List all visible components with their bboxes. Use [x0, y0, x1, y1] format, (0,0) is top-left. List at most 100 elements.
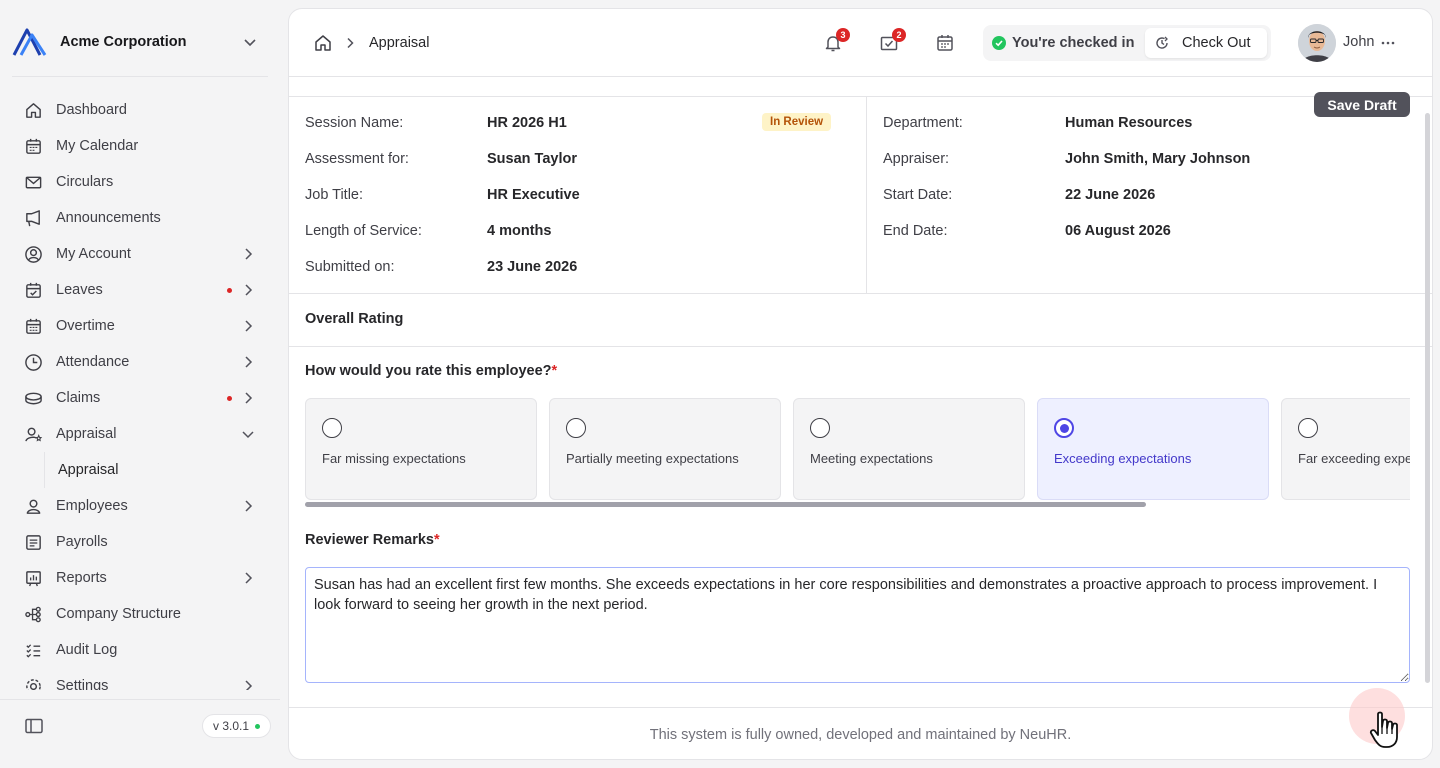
topbar: Appraisal 3 2 You're checked in Check Ou… [289, 9, 1432, 77]
user-name[interactable]: John [1343, 34, 1374, 50]
divider [0, 699, 280, 700]
mail-icon [25, 176, 42, 188]
user-icon [26, 499, 41, 514]
nav-label: Reports [56, 570, 107, 586]
radio-button[interactable] [566, 418, 586, 438]
nav-label: Overtime [56, 318, 115, 334]
check-circle-icon [992, 36, 1006, 50]
notification-dot [227, 395, 232, 401]
info-value: HR 2026 H1 [487, 115, 567, 131]
org-switcher[interactable]: Acme Corporation [12, 24, 268, 60]
nav-item-reports[interactable]: Reports [16, 560, 272, 596]
info-row-length-of-service: Length of Service: 4 months [305, 213, 845, 249]
rating-options-scroller[interactable]: Far missing expectations Partially meeti… [305, 398, 1410, 508]
chevron-right-icon [245, 500, 253, 512]
nav-subitem-appraisal[interactable]: Appraisal [44, 452, 272, 488]
nav-item-dashboard[interactable]: Dashboard [16, 92, 272, 128]
more-horizontal-icon[interactable] [1379, 34, 1397, 52]
rating-options: Far missing expectations Partially meeti… [305, 398, 1410, 500]
calendar-icon[interactable] [935, 33, 955, 53]
info-label: Job Title: [305, 187, 364, 203]
status-badge: In Review [762, 113, 832, 131]
chevron-right-icon [245, 248, 253, 260]
footer-text: This system is fully owned, developed an… [649, 726, 1072, 743]
remarks-label-text: Reviewer Remarks [305, 532, 434, 548]
rating-option[interactable]: Far missing expectations [305, 398, 537, 500]
payslip-icon [26, 534, 41, 550]
nav-item-payrolls[interactable]: Payrolls [16, 524, 272, 560]
chevron-right-icon [245, 572, 253, 584]
megaphone-icon [26, 209, 40, 226]
version-badge: v 3.0.1 [202, 714, 272, 738]
rating-option[interactable]: Meeting expectations [793, 398, 1025, 500]
session-info-left: Session Name: HR 2026 H1 In Review Asses… [305, 105, 845, 285]
checklist-icon [26, 643, 41, 658]
info-value: John Smith, Mary Johnson [1065, 151, 1251, 167]
radio-button[interactable] [322, 418, 342, 438]
nav-label: Appraisal [56, 426, 117, 442]
nav-label: Audit Log [56, 642, 118, 658]
company-logo-icon [12, 28, 47, 56]
info-label: Appraiser: [883, 151, 950, 167]
nav-item-overtime[interactable]: Overtime [16, 308, 272, 344]
nav-label: Claims [56, 390, 101, 406]
nav-item-audit-log[interactable]: Audit Log [16, 632, 272, 668]
nav-label: Appraisal [58, 462, 119, 478]
chevron-right-icon [245, 392, 253, 404]
check-out-button[interactable]: Check Out [1145, 28, 1267, 58]
checkin-text: You're checked in [1012, 35, 1135, 51]
nav-item-announcements[interactable]: Announcements [16, 200, 272, 236]
nav-item-leaves[interactable]: Leaves [16, 272, 272, 308]
divider [12, 76, 268, 77]
sidebar-toggle-icon[interactable] [24, 716, 44, 736]
tasks-badge: 2 [892, 28, 906, 42]
nav-label: Dashboard [56, 102, 127, 118]
info-label: Start Date: [883, 187, 953, 203]
nav-item-settings[interactable]: Settings [16, 668, 272, 690]
hand-pointer-icon [1369, 711, 1398, 748]
info-row-department: Department: Human Resources [883, 105, 1423, 141]
required-mark: * [433, 532, 440, 548]
notification-dot [227, 287, 232, 293]
rating-option-label: Exceeding expectations [1054, 451, 1192, 466]
nav-label: My Calendar [56, 138, 139, 154]
rating-question: How would you rate this employee?* [305, 363, 557, 379]
nav-label: Payrolls [56, 534, 108, 550]
rating-option[interactable]: Far exceeding expectations [1281, 398, 1410, 500]
rating-option[interactable]: Partially meeting expectations [549, 398, 781, 500]
nav-item-attendance[interactable]: Attendance [16, 344, 272, 380]
info-label: Length of Service: [305, 223, 422, 239]
radio-button[interactable] [1298, 418, 1318, 438]
nav-item-employees[interactable]: Employees [16, 488, 272, 524]
rating-option-selected[interactable]: Exceeding expectations [1037, 398, 1269, 500]
avatar[interactable] [1298, 24, 1336, 62]
horizontal-scrollbar[interactable] [305, 502, 1146, 507]
chevron-down-icon[interactable] [240, 32, 260, 52]
home-icon[interactable] [313, 33, 333, 53]
radio-button-checked[interactable] [1054, 418, 1074, 438]
info-label: Session Name: [305, 115, 404, 131]
info-row-end-date: End Date: 06 August 2026 [883, 213, 1423, 249]
chevron-down-icon [242, 431, 254, 439]
nav-label: My Account [56, 246, 131, 262]
nav-item-appraisal[interactable]: Appraisal [16, 416, 272, 452]
info-label: End Date: [883, 223, 948, 239]
radio-button[interactable] [810, 418, 830, 438]
info-row-submitted-on: Submitted on: 23 June 2026 [305, 249, 845, 285]
nav-item-my-account[interactable]: My Account [16, 236, 272, 272]
user-star-icon [25, 427, 43, 442]
chevron-right-icon [245, 320, 253, 332]
info-row-job-title: Job Title: HR Executive [305, 177, 845, 213]
nav-label: Company Structure [56, 606, 181, 622]
nav-item-circulars[interactable]: Circulars [16, 164, 272, 200]
check-out-label: Check Out [1182, 35, 1251, 51]
vertical-scrollbar[interactable] [1425, 113, 1430, 683]
notifications-badge: 3 [836, 28, 850, 42]
checkin-status: You're checked in Check Out [983, 25, 1271, 61]
version-text: v 3.0.1 [213, 719, 250, 733]
question-text: How would you rate this employee? [305, 363, 552, 379]
nav-item-company-structure[interactable]: Company Structure [16, 596, 272, 632]
reviewer-remarks-textarea[interactable]: Susan has had an excellent first few mon… [305, 567, 1410, 683]
nav-item-my-calendar[interactable]: My Calendar [16, 128, 272, 164]
nav-item-claims[interactable]: Claims [16, 380, 272, 416]
